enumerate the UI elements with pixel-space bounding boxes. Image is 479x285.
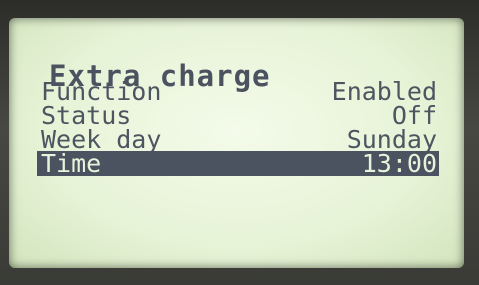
row-label: Time bbox=[41, 149, 102, 178]
row-value: 13:00 bbox=[361, 149, 437, 178]
menu-row-time-selected[interactable]: Time 13:00 bbox=[37, 151, 439, 176]
